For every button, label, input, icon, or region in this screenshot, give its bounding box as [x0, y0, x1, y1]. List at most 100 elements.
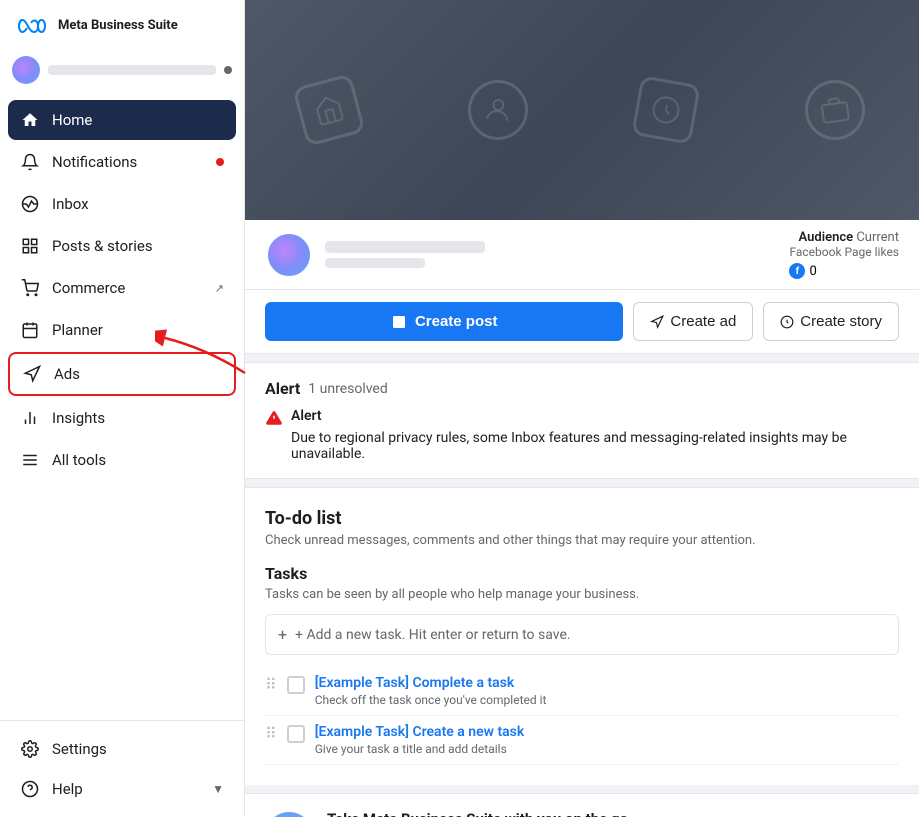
alert-header: Alert 1 unresolved: [265, 379, 899, 398]
profile-bar: Audience Current Facebook Page likes f 0: [245, 220, 919, 290]
user-status-dot: [224, 66, 232, 74]
facebook-icon: f: [789, 263, 805, 279]
alert-item: Alert Due to regional privacy rules, som…: [265, 408, 899, 462]
page-name-blur: [325, 241, 485, 253]
sidebar-item-posts-stories[interactable]: Posts & stories: [8, 226, 236, 266]
alert-content: Alert Due to regional privacy rules, som…: [291, 408, 899, 462]
create-post-button[interactable]: Create post: [265, 302, 623, 341]
sidebar-item-label: Notifications: [52, 153, 204, 171]
meta-logo-icon: [16, 16, 52, 36]
audience-count-row: f 0: [789, 263, 899, 279]
profile-info: [325, 241, 777, 268]
task-add-icon: +: [278, 625, 287, 644]
inbox-icon: [20, 194, 40, 214]
nav-items: Home Notifications Inbox Posts & stories: [0, 96, 244, 720]
sidebar-item-notifications[interactable]: Notifications: [8, 142, 236, 182]
alert-count: 1 unresolved: [308, 381, 387, 397]
sidebar-item-ads[interactable]: Ads: [8, 352, 236, 396]
ads-icon: [22, 364, 42, 384]
user-name: [48, 65, 216, 75]
question-icon: [20, 779, 40, 799]
sidebar-item-all-tools[interactable]: All tools: [8, 440, 236, 480]
todo-title: To-do list: [265, 508, 899, 529]
sidebar-item-settings[interactable]: Settings: [8, 729, 236, 769]
task-input-placeholder: + Add a new task. Hit enter or return to…: [295, 627, 570, 643]
todo-section: To-do list Check unread messages, commen…: [245, 487, 919, 785]
task-content: [Example Task] Complete a task Check off…: [315, 675, 899, 707]
task-content: [Example Task] Create a new task Give yo…: [315, 724, 899, 756]
sidebar-item-label: Ads: [54, 365, 222, 383]
task-input-row[interactable]: + + Add a new task. Hit enter or return …: [265, 614, 899, 655]
task-drag-handle[interactable]: ⠿: [265, 675, 277, 694]
notification-badge: [216, 158, 224, 166]
commerce-icon: [20, 278, 40, 298]
sidebar-item-label: All tools: [52, 451, 224, 469]
home-icon: [20, 110, 40, 130]
app-title: Meta Business Suite: [58, 18, 178, 35]
alert-triangle-icon: [265, 409, 283, 427]
tasks-title: Tasks: [265, 564, 899, 583]
task-desc: Give your task a title and add details: [315, 742, 899, 756]
sidebar-item-insights[interactable]: Insights: [8, 398, 236, 438]
audience-current: Current: [856, 230, 899, 245]
mobile-promo-title: Take Meta Business Suite with you on the…: [327, 810, 899, 817]
task-drag-handle[interactable]: ⠿: [265, 724, 277, 743]
bell-icon: [20, 152, 40, 172]
page-avatar: [265, 231, 313, 279]
chevron-down-icon: ▼: [212, 782, 224, 796]
megaphone-icon: [650, 315, 664, 329]
task-item: ⠿ [Example Task] Create a new task Give …: [265, 716, 899, 765]
story-icon: [780, 315, 794, 329]
sidebar-item-label: Settings: [52, 740, 224, 758]
audience-section: Audience Current Facebook Page likes f 0: [789, 230, 899, 279]
task-item: ⠿ [Example Task] Complete a task Check o…: [265, 667, 899, 716]
tasks-subtitle: Tasks can be seen by all people who help…: [265, 587, 899, 602]
task-checkbox[interactable]: [287, 725, 305, 743]
sidebar-item-commerce[interactable]: Commerce ↗: [8, 268, 236, 308]
todo-subtitle: Check unread messages, comments and othe…: [265, 533, 899, 548]
sidebar-item-inbox[interactable]: Inbox: [8, 184, 236, 224]
sidebar-item-label: Help: [52, 780, 200, 798]
mobile-promo-content: Take Meta Business Suite with you on the…: [327, 810, 899, 817]
planner-icon: [20, 320, 40, 340]
task-desc: Check off the task once you've completed…: [315, 693, 899, 707]
create-story-button[interactable]: Create story: [763, 302, 899, 341]
sidebar-item-label: Inbox: [52, 195, 224, 213]
sidebar-item-help[interactable]: Help ▼: [8, 769, 236, 809]
logo: Meta Business Suite: [0, 0, 244, 48]
mobile-app-icon: [265, 812, 313, 817]
audience-sub: Facebook Page likes: [789, 245, 899, 259]
alert-item-label: Alert: [291, 408, 899, 424]
sidebar-bottom: Settings Help ▼: [0, 720, 244, 817]
posts-icon: [20, 236, 40, 256]
task-checkbox[interactable]: [287, 676, 305, 694]
external-link-icon: ↗: [215, 282, 224, 295]
sidebar-item-home[interactable]: Home: [8, 100, 236, 140]
sidebar-item-label: Commerce: [52, 279, 203, 297]
sidebar-item-label: Planner: [52, 321, 224, 339]
menu-icon: [20, 450, 40, 470]
sidebar-item-label: Home: [52, 111, 224, 129]
cover-decorations: [245, 0, 919, 220]
action-bar: Create post Create ad Create story: [245, 290, 919, 354]
audience-count-value: 0: [809, 264, 816, 279]
sidebar-item-label: Insights: [52, 409, 224, 427]
sidebar-item-planner[interactable]: Planner: [8, 310, 236, 350]
insights-icon: [20, 408, 40, 428]
main-content: Audience Current Facebook Page likes f 0…: [245, 0, 919, 817]
page-type-blur: [325, 258, 425, 268]
gear-icon: [20, 739, 40, 759]
task-title: [Example Task] Complete a task: [315, 675, 899, 691]
create-post-icon: [391, 314, 407, 330]
audience-label: Audience: [799, 230, 854, 245]
user-section[interactable]: [0, 48, 244, 92]
alert-section: Alert 1 unresolved Alert Due to regional…: [245, 362, 919, 479]
sidebar: Meta Business Suite Home Notifications I…: [0, 0, 245, 817]
alert-text: Due to regional privacy rules, some Inbo…: [291, 430, 899, 462]
create-ad-button[interactable]: Create ad: [633, 302, 753, 341]
sidebar-item-label: Posts & stories: [52, 237, 224, 255]
alert-title: Alert: [265, 379, 300, 398]
mobile-promo-section: Take Meta Business Suite with you on the…: [245, 793, 919, 817]
cover-image: [245, 0, 919, 220]
avatar: [12, 56, 40, 84]
